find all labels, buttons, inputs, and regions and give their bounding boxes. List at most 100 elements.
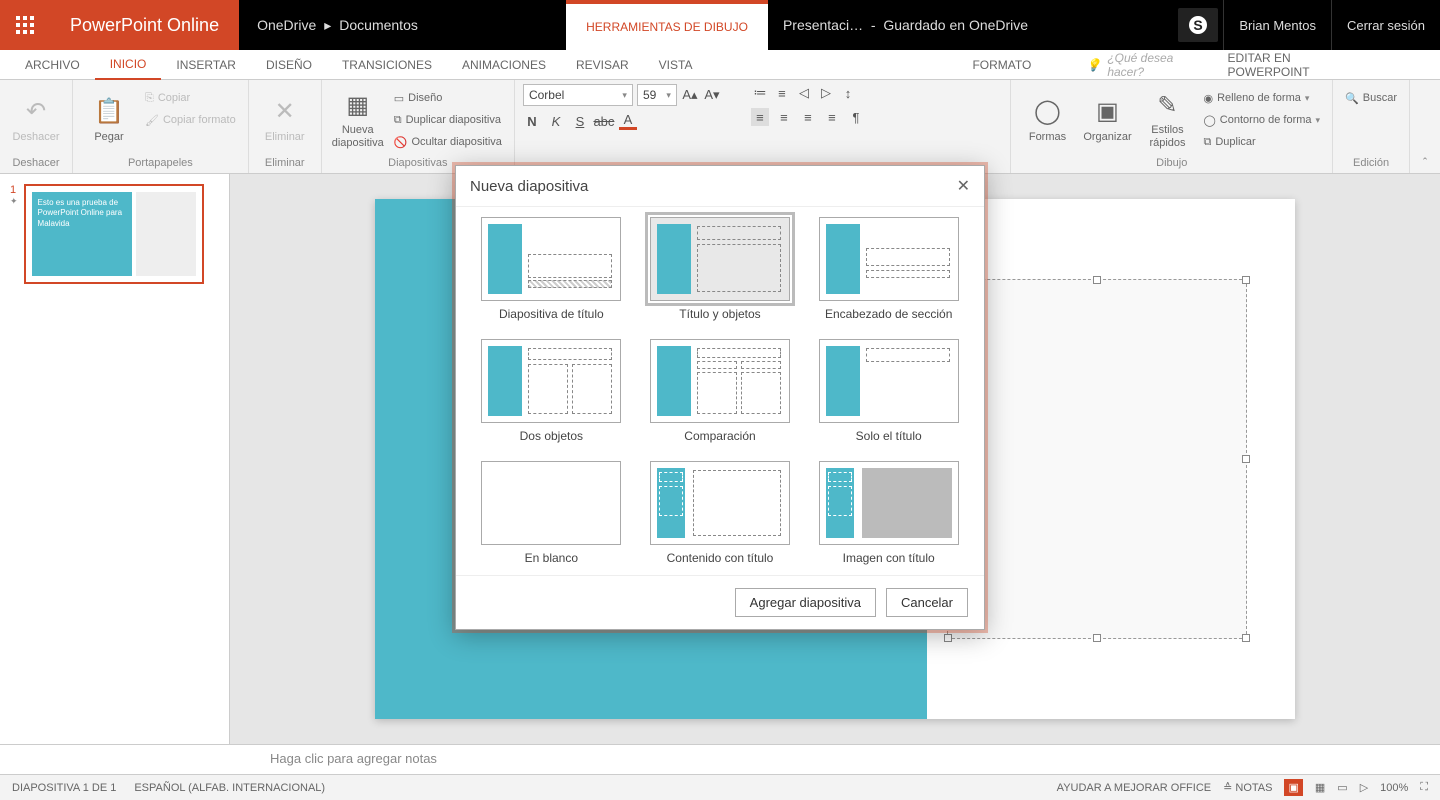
paste-label: Pegar — [94, 131, 123, 143]
layout-comparison[interactable]: Comparación — [643, 339, 798, 443]
lightbulb-icon: 💡 — [1086, 58, 1101, 72]
chevron-down-icon: ▾ — [666, 90, 671, 101]
layout-title-content[interactable]: Título y objetos — [643, 217, 798, 321]
find-button[interactable]: 🔍Buscar — [1341, 88, 1401, 108]
ribbon: ↶ Deshacer Deshacer 📋 Pegar ⎘Copiar 🖌Cop… — [0, 80, 1440, 174]
titlebar: PowerPoint Online OneDrive ▸ Documentos … — [0, 0, 1440, 50]
paste-button[interactable]: 📋 Pegar — [81, 84, 137, 154]
breadcrumb-folder[interactable]: Documentos — [339, 17, 418, 33]
layout-title-only[interactable]: Solo el título — [811, 339, 966, 443]
strike-button[interactable]: abc — [595, 112, 613, 130]
skype-icon[interactable]: S — [1178, 8, 1218, 42]
user-name[interactable]: Brian Mentos — [1223, 0, 1331, 50]
close-icon[interactable]: ✕ — [957, 176, 970, 196]
breadcrumb[interactable]: OneDrive ▸ Documentos — [239, 0, 436, 50]
new-slide-label: Nueva diapositiva — [330, 124, 386, 148]
new-slide-button[interactable]: ▦ Nueva diapositiva — [330, 84, 386, 154]
cancel-button[interactable]: Cancelar — [886, 588, 968, 617]
styles-icon: ✎ — [1151, 89, 1183, 121]
copy-icon: ⎘ — [145, 92, 154, 105]
bullets-button[interactable]: ≔ — [751, 84, 769, 102]
italic-button[interactable]: K — [547, 112, 565, 130]
notes-toggle[interactable]: ≙ NOTAS — [1223, 781, 1272, 794]
group-drawing: ◯Formas ▣Organizar ✎Estilos rápidos ◉Rel… — [1011, 80, 1333, 173]
app-launcher-icon[interactable] — [0, 0, 50, 50]
delete-button[interactable]: ✕ Eliminar — [257, 84, 313, 154]
tab-inicio[interactable]: INICIO — [95, 50, 162, 80]
language-status[interactable]: ESPAÑOL (ALFAB. INTERNACIONAL) — [134, 782, 325, 794]
tab-vista[interactable]: VISTA — [644, 50, 708, 80]
selection-box[interactable] — [947, 279, 1247, 639]
sorter-view-icon[interactable]: ▦ — [1315, 781, 1325, 794]
thumb-preview[interactable]: Esto es una prueba de PowerPoint Online … — [24, 184, 204, 284]
document-name[interactable]: Presentaci… - Guardado en OneDrive — [768, 0, 1043, 50]
duplicate-icon: ⧉ — [1203, 136, 1211, 149]
dialog-title: Nueva diapositiva — [470, 178, 588, 195]
numbering-button[interactable]: ≡ — [773, 84, 791, 102]
layout-icon: ▭ — [394, 92, 404, 105]
shrink-font-icon[interactable]: A▾ — [703, 86, 721, 104]
group-undo: ↶ Deshacer Deshacer — [0, 80, 73, 173]
align-right-button[interactable]: ≡ — [799, 108, 817, 126]
format-painter-button[interactable]: 🖌Copiar formato — [141, 110, 240, 130]
font-size-select[interactable]: 59▾ — [637, 84, 677, 106]
add-slide-button[interactable]: Agregar diapositiva — [735, 588, 876, 617]
breadcrumb-root[interactable]: OneDrive — [257, 17, 316, 33]
tell-me-placeholder: ¿Qué desea hacer? — [1107, 51, 1212, 79]
app-name: PowerPoint Online — [50, 0, 239, 50]
group-editing: 🔍Buscar Edición — [1333, 80, 1410, 173]
layout-title-slide[interactable]: Diapositiva de título — [474, 217, 629, 321]
shape-fill-button[interactable]: ◉Relleno de forma▾ — [1199, 88, 1324, 108]
fill-icon: ◉ — [1203, 92, 1213, 105]
decrease-indent-button[interactable]: ◁ — [795, 84, 813, 102]
layout-content-caption[interactable]: Contenido con título — [643, 461, 798, 565]
undo-button[interactable]: ↶ Deshacer — [8, 84, 64, 154]
notes-pane[interactable]: Haga clic para agregar notas — [0, 744, 1440, 774]
copy-button[interactable]: ⎘Copiar — [141, 88, 240, 108]
tab-diseno[interactable]: DISEÑO — [251, 50, 327, 80]
layout-blank[interactable]: En blanco — [474, 461, 629, 565]
fit-window-icon[interactable]: ⛶ — [1420, 781, 1428, 794]
duplicate-slide-button[interactable]: ⧉Duplicar diapositiva — [390, 110, 506, 130]
align-center-button[interactable]: ≡ — [775, 108, 793, 126]
layout-picture-caption[interactable]: Imagen con título — [811, 461, 966, 565]
sign-out-link[interactable]: Cerrar sesión — [1331, 0, 1440, 50]
hide-slide-button[interactable]: 🚫Ocultar diapositiva — [390, 132, 506, 152]
tell-me-search[interactable]: 💡 ¿Qué desea hacer? — [1086, 51, 1212, 79]
tab-insertar[interactable]: INSERTAR — [161, 50, 251, 80]
bold-button[interactable]: N — [523, 112, 541, 130]
hide-icon: 🚫 — [394, 136, 408, 149]
thumb-right — [136, 192, 195, 276]
help-office-link[interactable]: AYUDAR A MEJORAR OFFICE — [1057, 782, 1211, 794]
grow-font-icon[interactable]: A▴ — [681, 86, 699, 104]
quick-styles-button[interactable]: ✎Estilos rápidos — [1139, 84, 1195, 154]
layout-button[interactable]: ▭Diseño — [390, 88, 506, 108]
tab-revisar[interactable]: REVISAR — [561, 50, 644, 80]
reading-view-icon[interactable]: ▭ — [1337, 781, 1347, 794]
tab-animaciones[interactable]: ANIMACIONES — [447, 50, 561, 80]
layout-section-header[interactable]: Encabezado de sección — [811, 217, 966, 321]
tab-archivo[interactable]: ARCHIVO — [10, 50, 95, 80]
increase-indent-button[interactable]: ▷ — [817, 84, 835, 102]
zoom-level[interactable]: 100% — [1380, 782, 1408, 794]
slideshow-view-icon[interactable]: ▷ — [1360, 781, 1368, 794]
text-direction-button[interactable]: ↕ — [839, 84, 857, 102]
slide-thumb-1[interactable]: 1 ✦ Esto es una prueba de PowerPoint Onl… — [10, 184, 219, 284]
layout-two-content[interactable]: Dos objetos — [474, 339, 629, 443]
context-tab-drawing[interactable]: HERRAMIENTAS DE DIBUJO — [566, 0, 768, 50]
shapes-button[interactable]: ◯Formas — [1019, 84, 1075, 154]
shape-outline-button[interactable]: ◯Contorno de forma▾ — [1199, 110, 1324, 130]
align-left-button[interactable]: ≡ — [751, 108, 769, 126]
tab-transiciones[interactable]: TRANSICIONES — [327, 50, 447, 80]
normal-view-icon[interactable]: ▣ — [1284, 779, 1302, 796]
font-name-select[interactable]: Corbel▾ — [523, 84, 633, 106]
underline-button[interactable]: S — [571, 112, 589, 130]
edit-in-powerpoint[interactable]: EDITAR EN POWERPOINT — [1213, 50, 1390, 80]
align-justify-button[interactable]: ≡ — [823, 108, 841, 126]
tab-formato[interactable]: FORMATO — [957, 50, 1046, 80]
rtl-button[interactable]: ¶ — [847, 108, 865, 126]
arrange-button[interactable]: ▣Organizar — [1079, 84, 1135, 154]
duplicate-shape-button[interactable]: ⧉Duplicar — [1199, 132, 1324, 152]
font-color-button[interactable]: A — [619, 112, 637, 130]
collapse-ribbon-icon[interactable]: ⌃ — [1421, 156, 1429, 167]
